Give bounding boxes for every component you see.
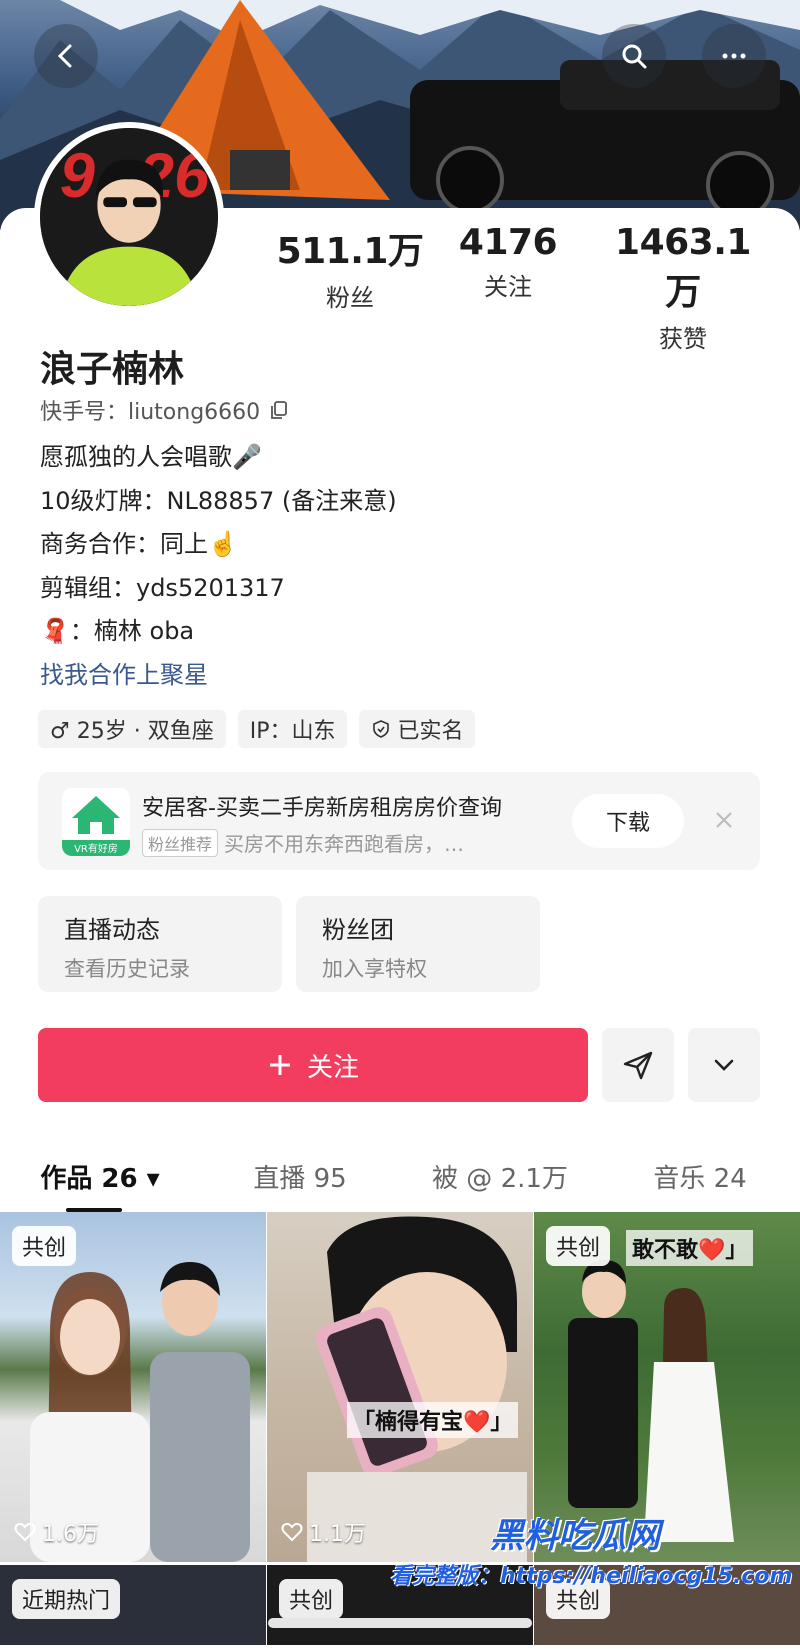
stat-following[interactable]: 4176 关注 <box>450 222 566 354</box>
entry-title: 粉丝团 <box>322 916 394 944</box>
shield-check-icon <box>373 720 390 738</box>
house-icon: VR有好房 <box>62 788 130 856</box>
profile-tags: ♂ 25岁 · 双鱼座 IP：山东 已实名 <box>38 710 476 748</box>
tab-mentions[interactable]: 被 @ 2.1万 <box>400 1140 600 1212</box>
action-bar: 关注 <box>38 1028 760 1102</box>
video-thumbnail[interactable]: 共创 1.6万 <box>0 1212 266 1562</box>
more-icon <box>722 53 746 59</box>
bio-line: 愿孤独的人会唱歌🎤 <box>40 443 262 471</box>
profile-name: 浪子楠林 <box>40 349 185 390</box>
ad-badge: 粉丝推荐 <box>142 828 219 857</box>
entry-subtitle: 加入享特权 <box>322 957 427 981</box>
video-tag: 共创 <box>279 1579 344 1619</box>
home-indicator[interactable] <box>268 1618 532 1628</box>
video-thumbnail[interactable]: 「楠得有宝❤️」 1.1万 <box>267 1212 533 1562</box>
user-id-text: 快手号：liutong6660 <box>40 400 261 425</box>
tag-text: IP：山东 <box>249 719 336 744</box>
stats-bar: 511.1万 粉丝 4176 关注 1463.1万 获赞 <box>270 222 790 354</box>
bio: 愿孤独的人会唱歌🎤 10级灯牌：NL88857 (备注来意) 商务合作：同上☝️… <box>40 436 397 697</box>
stat-fans[interactable]: 511.1万 粉丝 <box>270 222 430 354</box>
tab-label: 直播 95 <box>253 1163 347 1194</box>
bio-line: 🧣：楠林 oba <box>40 617 195 645</box>
video-caption: 「楠得有宝❤️」 <box>347 1402 519 1438</box>
video-thumbnail[interactable]: 共创 <box>534 1565 800 1645</box>
ad-desc: 买房不用东奔西跑看房，… <box>224 832 465 856</box>
ad-title: 安居客-买卖二手房新房租房房价查询 <box>142 796 502 821</box>
close-icon <box>716 812 732 828</box>
ad-close-button[interactable] <box>706 802 742 838</box>
ad-subtitle: 粉丝推荐 买房不用东奔西跑看房，… <box>142 828 464 857</box>
tag-ip: IP：山东 <box>237 710 348 748</box>
video-thumbnail[interactable]: 共创 <box>267 1565 533 1645</box>
like-count-text: 1.1万 <box>309 1522 366 1547</box>
video-tag: 近期热门 <box>12 1579 121 1619</box>
entry-subtitle: 查看历史记录 <box>64 957 190 981</box>
back-arrow-icon <box>57 44 72 68</box>
tag-age: ♂ 25岁 · 双鱼座 <box>38 710 226 748</box>
video-tag: 共创 <box>546 1226 611 1266</box>
avatar-image: 9 26 <box>40 128 218 306</box>
back-button[interactable] <box>34 24 98 88</box>
ad-logo: VR有好房 <box>62 788 130 856</box>
heart-icon <box>281 1522 303 1542</box>
plus-icon <box>269 1055 290 1075</box>
feature-entries: 直播动态 查看历史记录 粉丝团 加入享特权 <box>38 896 540 992</box>
video-grid: 共创 1.6万 「楠得有宝❤️」 1.1万 共创 敢不敢❤️」 近期热门 共创 … <box>0 1212 800 1645</box>
search-button[interactable] <box>602 24 666 88</box>
content-tabs: 作品 26 ▾ 直播 95 被 @ 2.1万 音乐 24 <box>0 1140 800 1212</box>
tag-text: ♂ 25岁 · 双鱼座 <box>50 719 214 744</box>
ad-download-button[interactable]: 下载 <box>572 794 684 848</box>
tab-music[interactable]: 音乐 24 <box>600 1140 800 1212</box>
tab-works[interactable]: 作品 26 ▾ <box>0 1140 200 1212</box>
video-tag: 共创 <box>12 1226 77 1266</box>
copy-icon[interactable] <box>268 399 290 421</box>
video-tag: 共创 <box>546 1579 611 1619</box>
follow-label: 关注 <box>306 1052 359 1083</box>
bio-line: 剪辑组：yds5201317 <box>40 573 285 602</box>
like-count: 1.6万 <box>14 1516 99 1548</box>
tab-label: 音乐 24 <box>653 1163 747 1194</box>
stat-label: 获赞 <box>659 325 707 353</box>
video-caption: 敢不敢❤️」 <box>626 1230 754 1266</box>
tab-label: 作品 26 ▾ <box>40 1163 160 1194</box>
like-count: 1.1万 <box>281 1516 366 1548</box>
video-image <box>307 1216 527 1562</box>
stat-label: 关注 <box>484 273 532 301</box>
search-icon <box>622 44 647 69</box>
like-count-text: 1.6万 <box>42 1522 99 1547</box>
cooperation-link[interactable]: 找我合作上聚星 <box>40 654 397 698</box>
avatar[interactable]: 9 26 <box>34 122 224 312</box>
follow-button[interactable]: 关注 <box>38 1028 588 1102</box>
video-thumbnail[interactable]: 共创 敢不敢❤️」 <box>534 1212 800 1562</box>
tab-live[interactable]: 直播 95 <box>200 1140 400 1212</box>
tag-text: 已实名 <box>397 719 464 744</box>
stat-number: 4176 <box>458 222 558 263</box>
heart-icon <box>14 1522 36 1542</box>
stat-likes[interactable]: 1463.1万 获赞 <box>598 222 768 354</box>
chevron-down-icon <box>714 1059 734 1071</box>
tag-verified: 已实名 <box>359 710 476 748</box>
expand-button[interactable] <box>688 1028 760 1102</box>
user-id[interactable]: 快手号：liutong6660 <box>40 394 290 426</box>
svg-text:9: 9 <box>60 141 95 211</box>
video-thumbnail[interactable]: 近期热门 <box>0 1565 266 1645</box>
ad-logo-text: VR有好房 <box>74 842 118 855</box>
fan-group-entry[interactable]: 粉丝团 加入享特权 <box>296 896 540 992</box>
stat-label: 粉丝 <box>326 284 374 312</box>
bio-line: 10级灯牌：NL88857 (备注来意) <box>40 486 397 515</box>
stat-number: 511.1万 <box>276 231 424 272</box>
more-button[interactable] <box>702 24 766 88</box>
message-button[interactable] <box>602 1028 674 1102</box>
bio-line: 商务合作：同上☝️ <box>40 530 238 558</box>
tab-label: 被 @ 2.1万 <box>432 1163 568 1194</box>
send-icon <box>623 1051 653 1080</box>
ad-banner[interactable]: VR有好房 安居客-买卖二手房新房租房房价查询 粉丝推荐 买房不用东奔西跑看房，… <box>38 772 760 870</box>
entry-title: 直播动态 <box>64 916 160 944</box>
stat-number: 1463.1万 <box>615 222 751 313</box>
live-history-entry[interactable]: 直播动态 查看历史记录 <box>38 896 282 992</box>
